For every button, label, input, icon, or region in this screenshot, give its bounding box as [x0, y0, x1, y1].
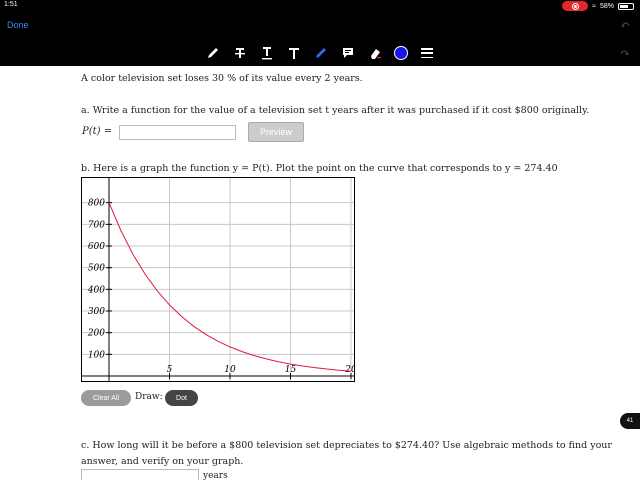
underline-text-icon[interactable] [259, 45, 275, 61]
years-label: years [203, 471, 228, 480]
pen-tool-icon[interactable] [205, 45, 221, 61]
years-answer-input[interactable] [81, 469, 199, 480]
x-tick-label: 15 [285, 365, 297, 375]
dot-tool-button[interactable]: Dot [165, 390, 198, 406]
text-tool-icon[interactable] [286, 45, 302, 61]
battery-percent: 58% [599, 2, 614, 10]
part-a-question: a. Write a function for the value of a t… [81, 105, 590, 116]
eraser-icon[interactable] [367, 45, 383, 61]
page-number-badge: 41 [620, 413, 640, 429]
done-button[interactable]: Done [7, 20, 29, 30]
highlighter-icon[interactable] [313, 45, 329, 61]
status-time: 1:51 [4, 1, 18, 8]
part-c-question-line2: answer, and verify on your graph. [81, 456, 244, 467]
x-tick-label: 20 [344, 365, 355, 375]
clear-all-button[interactable]: Clear All [81, 390, 131, 406]
color-picker-icon[interactable] [394, 46, 408, 60]
y-tick-label: 300 [88, 307, 105, 317]
y-tick-label: 100 [88, 350, 105, 360]
wifi-icon: ≈ [592, 2, 596, 10]
menu-icon[interactable] [419, 45, 435, 61]
problem-intro: A color television set loses 30 % of its… [81, 73, 363, 84]
x-tick-label: 10 [224, 365, 236, 375]
status-indicators: ≈ 58% [562, 1, 634, 11]
y-tick-label: 400 [87, 285, 105, 295]
function-answer-input[interactable] [119, 125, 236, 140]
part-b-question: b. Here is a graph the function y = P(t)… [81, 163, 558, 174]
recording-icon [562, 1, 589, 11]
x-tick-label: 5 [167, 365, 173, 375]
y-tick-label: 700 [88, 220, 105, 230]
part-c-question-line1: c. How long will it be before a $800 tel… [81, 440, 612, 451]
y-tick-label: 600 [88, 242, 105, 252]
y-tick-label: 500 [88, 264, 105, 274]
battery-icon [618, 2, 634, 10]
redo-icon[interactable]: ↷ [620, 46, 630, 60]
strikethrough-text-icon[interactable] [232, 45, 248, 61]
draw-label: Draw: [135, 392, 163, 402]
function-label: P(t) = [82, 126, 113, 137]
annotation-toolbar [205, 44, 435, 62]
y-tick-label: 200 [87, 329, 105, 339]
undo-icon[interactable]: ↶ [620, 18, 630, 32]
function-graph[interactable]: 100 200 300 400 500 600 700 800 5 10 15 20 [81, 177, 355, 382]
top-bar: 1:51 ≈ 58% Done ↶ ↷ [0, 0, 640, 66]
comment-icon[interactable] [340, 45, 356, 61]
preview-button[interactable]: Preview [248, 122, 304, 142]
y-tick-label: 800 [88, 199, 105, 209]
